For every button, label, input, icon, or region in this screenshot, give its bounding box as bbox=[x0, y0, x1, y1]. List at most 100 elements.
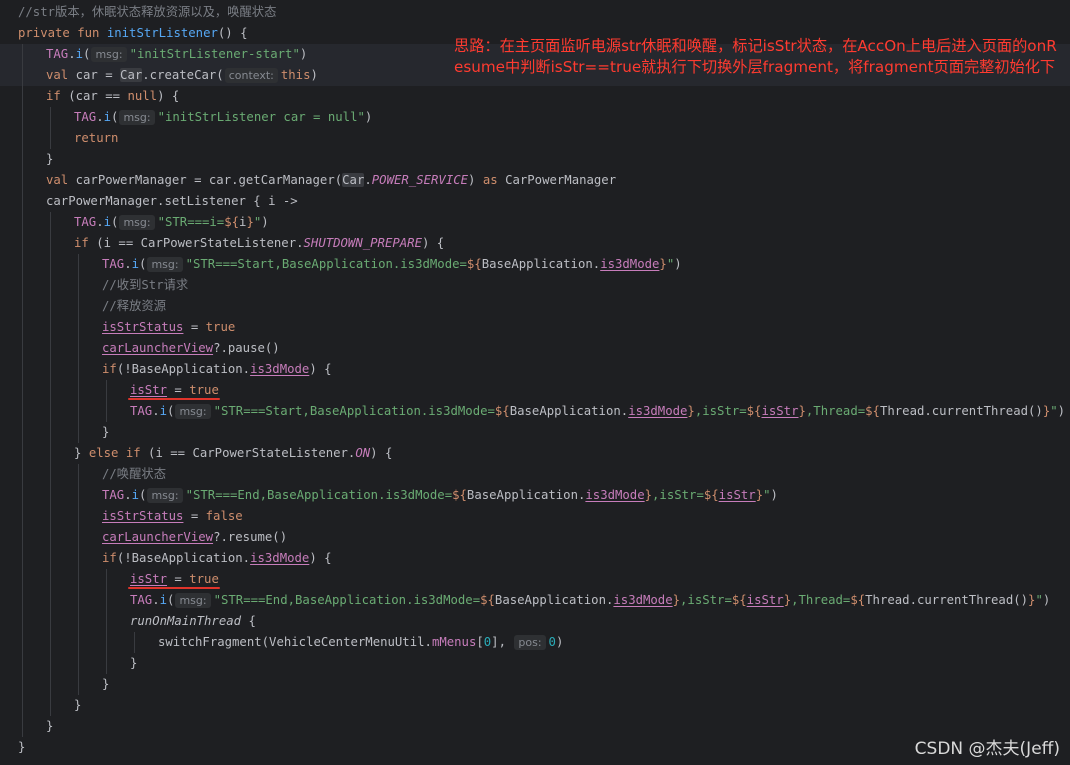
code-line[interactable]: switchFragment(VehicleCenterMenuUtil.mMe… bbox=[0, 632, 1070, 653]
code-token: ) bbox=[468, 173, 483, 187]
indent-guide bbox=[22, 44, 23, 65]
code-line[interactable]: isStrStatus = false bbox=[0, 506, 1070, 527]
code-token: [ bbox=[476, 635, 484, 649]
code-token: ${ bbox=[494, 404, 510, 418]
code-line[interactable]: } bbox=[0, 674, 1070, 695]
code-line[interactable]: //释放资源 bbox=[0, 296, 1070, 317]
code-line[interactable]: } bbox=[0, 149, 1070, 170]
indent-guide bbox=[22, 653, 23, 674]
indent-guide bbox=[78, 254, 79, 275]
code-text: if(!BaseApplication.is3dMode) { bbox=[102, 359, 332, 380]
code-line[interactable]: TAG.i(msg: "STR===Start,BaseApplication.i… bbox=[0, 401, 1070, 422]
code-token: ,Thread= bbox=[791, 593, 851, 607]
code-line[interactable]: } bbox=[0, 422, 1070, 443]
code-line[interactable]: //唤醒状态 bbox=[0, 464, 1070, 485]
code-token: ${ bbox=[850, 593, 866, 607]
code-line[interactable]: TAG.i(msg: "initStrListener car = null") bbox=[0, 107, 1070, 128]
code-line[interactable]: if (car == null) { bbox=[0, 86, 1070, 107]
indent-guide bbox=[106, 632, 107, 653]
code-line[interactable]: } bbox=[0, 695, 1070, 716]
parameter-hint: msg: bbox=[119, 215, 155, 230]
indent-guide bbox=[22, 128, 23, 149]
code-text: } bbox=[74, 695, 81, 716]
parameter-hint: msg: bbox=[91, 47, 127, 62]
code-text: if(!BaseApplication.is3dMode) { bbox=[102, 548, 332, 569]
indent-guide bbox=[50, 380, 51, 401]
code-line[interactable]: TAG.i(msg: "STR===Start,BaseApplication.i… bbox=[0, 254, 1070, 275]
code-line[interactable]: isStrStatus = true bbox=[0, 317, 1070, 338]
code-line[interactable]: if(!BaseApplication.is3dMode) { bbox=[0, 359, 1070, 380]
indent-guide bbox=[22, 233, 23, 254]
code-line[interactable]: isStr = true bbox=[0, 380, 1070, 401]
indent-guide bbox=[78, 632, 79, 653]
code-text: TAG.i(msg: "STR===End,BaseApplication.is3… bbox=[102, 485, 778, 506]
code-token: null bbox=[127, 89, 158, 103]
code-token: switchFragment(VehicleCenterMenuUtil. bbox=[158, 635, 432, 649]
code-line[interactable]: } bbox=[0, 716, 1070, 737]
code-token: Car bbox=[120, 68, 143, 82]
indent-guide bbox=[22, 317, 23, 338]
code-line[interactable]: isStr = true bbox=[0, 569, 1070, 590]
code-text: TAG.i(msg: "STR===Start,BaseApplication.i… bbox=[130, 401, 1065, 422]
code-token: (i == CarPowerStateListener. bbox=[148, 446, 356, 460]
indent-guide bbox=[78, 422, 79, 443]
code-token: SHUTDOWN_PREPARE bbox=[303, 236, 422, 250]
code-line[interactable]: } bbox=[0, 737, 1070, 758]
code-token: . bbox=[152, 593, 160, 607]
indent-guide bbox=[22, 107, 23, 128]
code-token: "STR===End,BaseApplication.is3dMode= bbox=[213, 593, 481, 607]
code-token: ) bbox=[261, 215, 269, 229]
code-token: ON bbox=[355, 446, 371, 460]
code-line[interactable]: } else if (i == CarPowerStateListener.ON… bbox=[0, 443, 1070, 464]
code-line[interactable]: if (i == CarPowerStateListener.SHUTDOWN_… bbox=[0, 233, 1070, 254]
code-line[interactable]: } bbox=[0, 653, 1070, 674]
code-token: is3dMode bbox=[613, 593, 673, 607]
code-token: } bbox=[102, 425, 110, 439]
code-token: = bbox=[183, 509, 206, 523]
code-token: ( bbox=[167, 404, 175, 418]
code-line[interactable]: carLauncherView?.resume() bbox=[0, 527, 1070, 548]
indent-guide bbox=[106, 569, 107, 590]
code-text: } bbox=[18, 737, 25, 758]
indent-guide bbox=[78, 548, 79, 569]
code-token: ( bbox=[167, 593, 175, 607]
code-token: } bbox=[644, 488, 653, 502]
code-token: "STR===i= bbox=[157, 215, 225, 229]
code-token: initStrListener bbox=[106, 26, 218, 40]
code-token: "STR===End,BaseApplication.is3dMode= bbox=[185, 488, 453, 502]
indent-guide bbox=[50, 653, 51, 674]
code-line[interactable]: TAG.i(msg: "STR===End,BaseApplication.is3… bbox=[0, 590, 1070, 611]
code-token: BaseApplication. bbox=[466, 488, 586, 502]
code-token: " bbox=[763, 488, 771, 502]
code-token: ${ bbox=[480, 593, 495, 607]
code-line[interactable]: TAG.i(msg: "STR===End,BaseApplication.is3… bbox=[0, 485, 1070, 506]
code-line[interactable]: val carPowerManager = car.getCarManager(… bbox=[0, 170, 1070, 191]
indent-guide bbox=[78, 569, 79, 590]
code-line[interactable]: carPowerManager.setListener { i -> bbox=[0, 191, 1070, 212]
code-token: TAG bbox=[102, 257, 125, 271]
indent-guide bbox=[50, 401, 51, 422]
code-token: . bbox=[364, 173, 372, 187]
red-underline-mark bbox=[128, 587, 220, 589]
indent-guide bbox=[22, 275, 23, 296]
code-line[interactable]: carLauncherView?.pause() bbox=[0, 338, 1070, 359]
code-token: is3dMode bbox=[585, 488, 645, 502]
parameter-hint: context: bbox=[224, 68, 278, 83]
code-line[interactable]: if(!BaseApplication.is3dMode) { bbox=[0, 548, 1070, 569]
parameter-hint: msg: bbox=[175, 593, 211, 608]
code-line[interactable]: return bbox=[0, 128, 1070, 149]
code-token: ,isStr= bbox=[652, 488, 704, 502]
code-token: } bbox=[783, 593, 792, 607]
indent-guide bbox=[22, 569, 23, 590]
code-line[interactable]: runOnMainThread { bbox=[0, 611, 1070, 632]
code-line[interactable]: //str版本，休眠状态释放资源以及，唤醒状态 bbox=[0, 2, 1070, 23]
code-token: } bbox=[659, 257, 667, 271]
parameter-hint: msg: bbox=[119, 110, 155, 125]
code-line[interactable]: //收到Str请求 bbox=[0, 275, 1070, 296]
code-token: carLauncherView bbox=[102, 530, 214, 544]
code-line[interactable]: TAG.i(msg: "STR===i=${i}") bbox=[0, 212, 1070, 233]
code-token: true bbox=[189, 383, 219, 397]
code-editor[interactable]: //str版本，休眠状态释放资源以及，唤醒状态 private fun initS… bbox=[0, 0, 1070, 765]
code-text: private fun initStrListener() { bbox=[18, 23, 248, 44]
code-token: ) { bbox=[309, 362, 332, 376]
